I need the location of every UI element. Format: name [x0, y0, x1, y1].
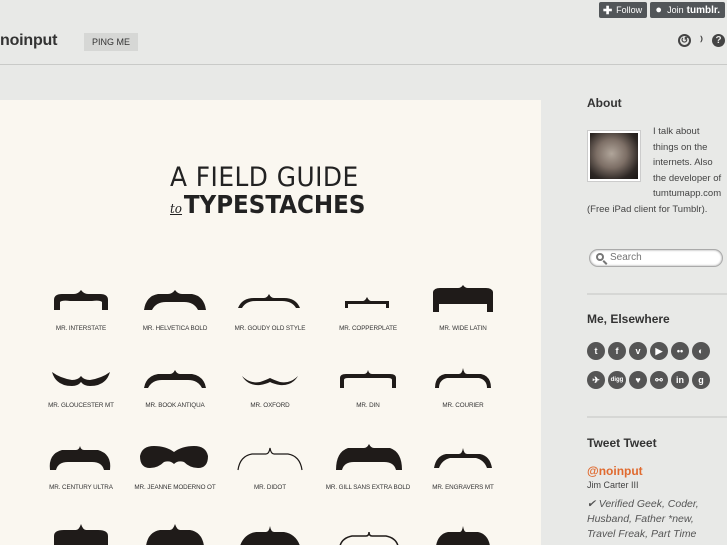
label-interstate: MR. INTERSTATE [55, 325, 107, 332]
label-book-antiqua: MR. BOOK ANTIQUA [145, 402, 205, 409]
label-didot: MR. DIDOT [254, 484, 286, 491]
rss-icon[interactable]: ⁾ [695, 34, 708, 48]
ping-me-button[interactable]: PING ME [84, 33, 139, 51]
mustache-din [340, 370, 396, 388]
join-label: Join [667, 5, 684, 15]
twitter-bio: ✔ Verified Geek, Coder, Husband, Father … [587, 498, 699, 540]
mustache-century-ultra [49, 446, 111, 470]
label-wide-latin: MR. WIDE LATIN [439, 325, 487, 332]
facebook-icon[interactable]: f [608, 342, 626, 360]
follow-label: Follow [616, 5, 643, 15]
sidebar: About I talk about things on the interne… [587, 96, 727, 540]
tumblr-icon[interactable]: t [587, 342, 605, 360]
mustache-courier [435, 368, 491, 388]
site-title[interactable]: noinput [0, 32, 57, 50]
tumblr-brand: tumblr. [686, 4, 720, 16]
digg-icon[interactable]: digg [608, 371, 626, 389]
mustache-gill-sans-extra-bold [336, 444, 402, 470]
label-gill-sans-extra-bold: MR. GILL SANS EXTRA BOLD [325, 484, 411, 491]
label-century-ultra: MR. CENTURY ULTRA [49, 484, 113, 491]
divider [587, 416, 727, 418]
label-din: MR. DIN [356, 402, 380, 409]
about-text: I talk about things on the internets. Al… [587, 124, 727, 217]
guide-title-to: to [170, 202, 183, 217]
search-field[interactable] [589, 249, 723, 267]
google-icon[interactable]: g [692, 371, 710, 389]
guide-title: A FIELD GUIDE toTYPESTACHES [170, 164, 390, 223]
about-text-spacer [587, 124, 653, 200]
plus-icon: ✚ [603, 4, 613, 17]
vimeo-icon[interactable]: v [629, 342, 647, 360]
tumblr-controls: ✚ Follow ● Join tumblr. [599, 0, 727, 22]
label-helvetica-bold: MR. HELVETICA BOLD [142, 325, 208, 332]
label-gloucester: MR. GLOUCESTER MT [48, 402, 114, 409]
search-input[interactable] [610, 252, 715, 263]
mustache-row4-5 [436, 526, 490, 545]
user-icon: ● [655, 4, 662, 16]
label-oxford: MR. OXFORD [250, 402, 290, 409]
pin-icon[interactable]: ✈ [587, 371, 605, 389]
label-engravers: MR. ENGRAVERS MT [432, 484, 494, 491]
twitter-handle[interactable]: @noinput [587, 464, 643, 478]
label-jeanne-moderno: MR. JEANNE MODERNO OT [134, 484, 216, 491]
label-goudy-old-style: MR. GOUDY OLD STYLE [234, 325, 306, 332]
mustache-goudy-old-style [238, 294, 300, 308]
mustache-book-antiqua [144, 370, 206, 388]
mustache-helvetica-bold [144, 290, 206, 310]
join-tumblr-button[interactable]: ● Join tumblr. [650, 2, 725, 18]
divider [587, 293, 727, 295]
mustache-row4-3 [240, 526, 300, 545]
heart-icon[interactable]: ♥ [629, 371, 647, 389]
header-icons: ↺ ⁾ ? [678, 34, 725, 48]
mustache-oxford [242, 376, 298, 386]
mustache-row4-1 [54, 524, 108, 545]
follow-button[interactable]: ✚ Follow [599, 2, 648, 18]
mustache-didot [237, 447, 303, 471]
social-row-1: t f v ▶ •• ◐ [587, 342, 710, 360]
mustache-copperplate [345, 297, 389, 308]
post-image: A FIELD GUIDE toTYPESTACHES MR. INTERSTA… [0, 100, 541, 545]
elsewhere-heading: Me, Elsewhere [587, 312, 670, 326]
mustache-jeanne-moderno [140, 446, 208, 468]
tweet-heading: Tweet Tweet [587, 436, 657, 450]
about-heading: About [587, 96, 622, 110]
site-header: noinput PING ME ↺ ⁾ ? [0, 28, 727, 65]
social-row-2: ✈ digg ♥ ⚯ in g [587, 371, 710, 389]
mustache-interstate [54, 290, 108, 310]
search-icon [596, 253, 604, 261]
guide-title-line2: toTYPESTACHES [170, 192, 372, 223]
mustache-row4-2 [146, 524, 204, 545]
share-icon[interactable]: ⚯ [650, 371, 668, 389]
mustache-engravers [434, 448, 492, 468]
guide-title-typestaches: TYPESTACHES [183, 190, 366, 219]
label-courier: MR. COURIER [442, 402, 484, 409]
mustache-row4-4 [339, 531, 399, 545]
mustache-gloucester [52, 372, 110, 386]
pinwheel-icon[interactable]: ◐ [692, 342, 710, 360]
youtube-icon[interactable]: ▶ [650, 342, 668, 360]
flickr-icon[interactable]: •• [671, 342, 689, 360]
help-icon[interactable]: ? [712, 34, 725, 47]
guide-title-line1: A FIELD GUIDE [170, 162, 359, 193]
mustache-wide-latin [433, 285, 493, 312]
label-copperplate: MR. COPPERPLATE [339, 325, 397, 332]
twitter-real-name: Jim Carter III [587, 480, 639, 490]
linkedin-icon[interactable]: in [671, 371, 689, 389]
history-icon[interactable]: ↺ [678, 34, 691, 47]
